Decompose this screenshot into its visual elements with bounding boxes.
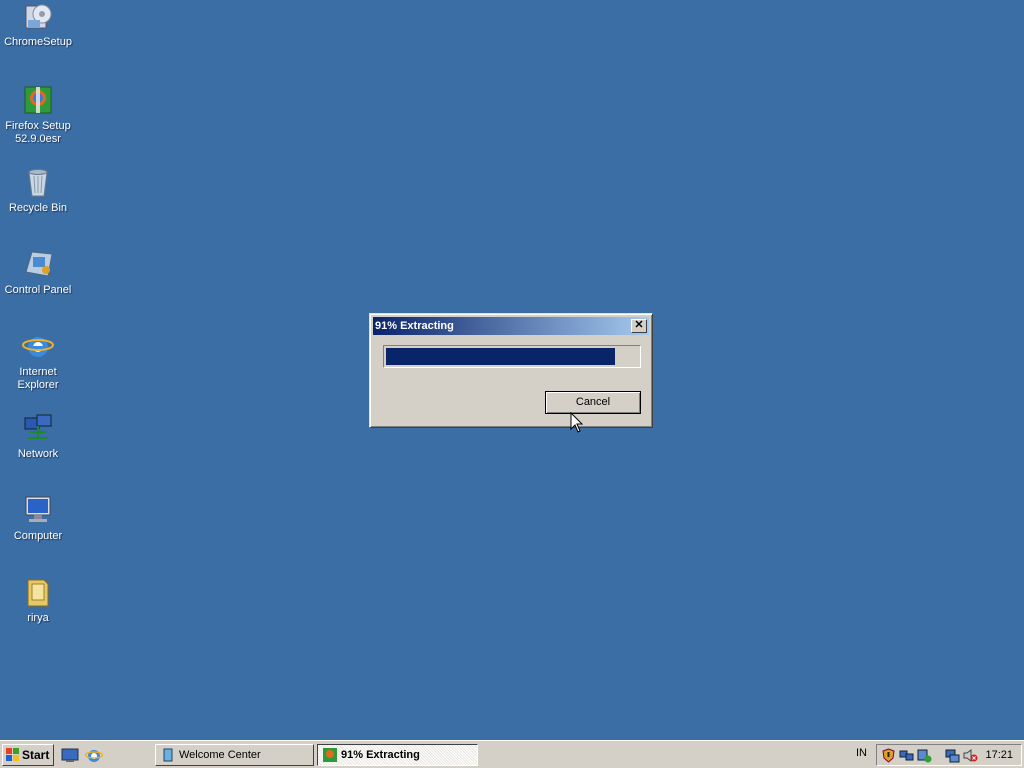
cancel-button[interactable]: Cancel: [545, 391, 641, 414]
taskbar-item-welcome-center[interactable]: Welcome Center: [155, 744, 314, 766]
progress-bar-fill: [386, 348, 615, 365]
firefox-installer-icon: [22, 84, 54, 116]
desktop-icon-label: Recycle Bin: [8, 202, 68, 214]
start-label: Start: [22, 748, 50, 762]
clock[interactable]: 17:21: [985, 749, 1013, 761]
desktop-icon-control-panel[interactable]: Control Panel: [0, 248, 76, 297]
desktop-icon-label: Control Panel: [4, 284, 72, 296]
firefox-installer-small-icon: [323, 748, 337, 762]
network-connections-icon[interactable]: [899, 748, 914, 763]
dialog-title: 91% Extracting: [375, 320, 454, 332]
recycle-bin-icon: [22, 166, 54, 198]
taskbar: Start Welcome Center 91% Extracting IN 1…: [0, 740, 1024, 768]
volume-muted-icon[interactable]: [963, 748, 978, 763]
close-icon: ✕: [634, 319, 644, 331]
start-button[interactable]: Start: [2, 744, 54, 766]
security-shield-icon[interactable]: [881, 748, 896, 763]
desktop-icon-label: ChromeSetup: [4, 36, 72, 48]
desktop-icon-user-folder[interactable]: rirya: [0, 576, 76, 625]
desktop-icon-internet-explorer[interactable]: Internet Explorer: [0, 330, 76, 392]
desktop-icon-label: Internet Explorer: [17, 366, 59, 391]
dialog-titlebar[interactable]: 91% Extracting ✕: [373, 317, 649, 335]
internet-explorer-icon: [22, 330, 54, 362]
language-indicator[interactable]: IN: [856, 747, 867, 759]
desktop-icon-label: Computer: [13, 530, 63, 542]
control-panel-icon: [22, 248, 54, 280]
desktop-icon-computer[interactable]: Computer: [0, 494, 76, 543]
network-status-icon[interactable]: [945, 748, 960, 763]
welcome-center-icon: [163, 748, 173, 762]
internet-explorer-quicklaunch-icon[interactable]: [85, 746, 103, 764]
extracting-dialog: 91% Extracting ✕ Cancel: [369, 313, 653, 428]
desktop-icon-network[interactable]: Network: [0, 412, 76, 461]
desktop-icon-recycle-bin[interactable]: Recycle Bin: [0, 166, 76, 215]
user-folder-icon: [22, 576, 54, 608]
desktop-icon-firefox-setup[interactable]: Firefox Setup 52.9.0esr: [0, 84, 76, 146]
desktop-icon-label: rirya: [27, 612, 49, 624]
close-button[interactable]: ✕: [631, 319, 647, 333]
windows-flag-icon: [6, 748, 19, 761]
mouse-cursor-icon: [570, 412, 584, 433]
taskbar-item-extracting[interactable]: 91% Extracting: [317, 744, 478, 766]
desktop-icon-chromesetup[interactable]: ChromeSetup: [0, 0, 76, 49]
desktop-icon-label: Firefox Setup 52.9.0esr: [5, 120, 71, 145]
network-icon: [22, 412, 54, 444]
update-check-icon[interactable]: [917, 748, 932, 763]
system-tray: 17:21: [876, 744, 1022, 766]
progress-bar: [383, 345, 641, 368]
show-desktop-icon[interactable]: [61, 746, 79, 764]
desktop-icon-label: Network: [17, 448, 59, 460]
task-label: 91% Extracting: [341, 749, 420, 761]
task-label: Welcome Center: [179, 749, 261, 761]
computer-icon: [22, 494, 54, 526]
installer-icon: [22, 0, 54, 32]
